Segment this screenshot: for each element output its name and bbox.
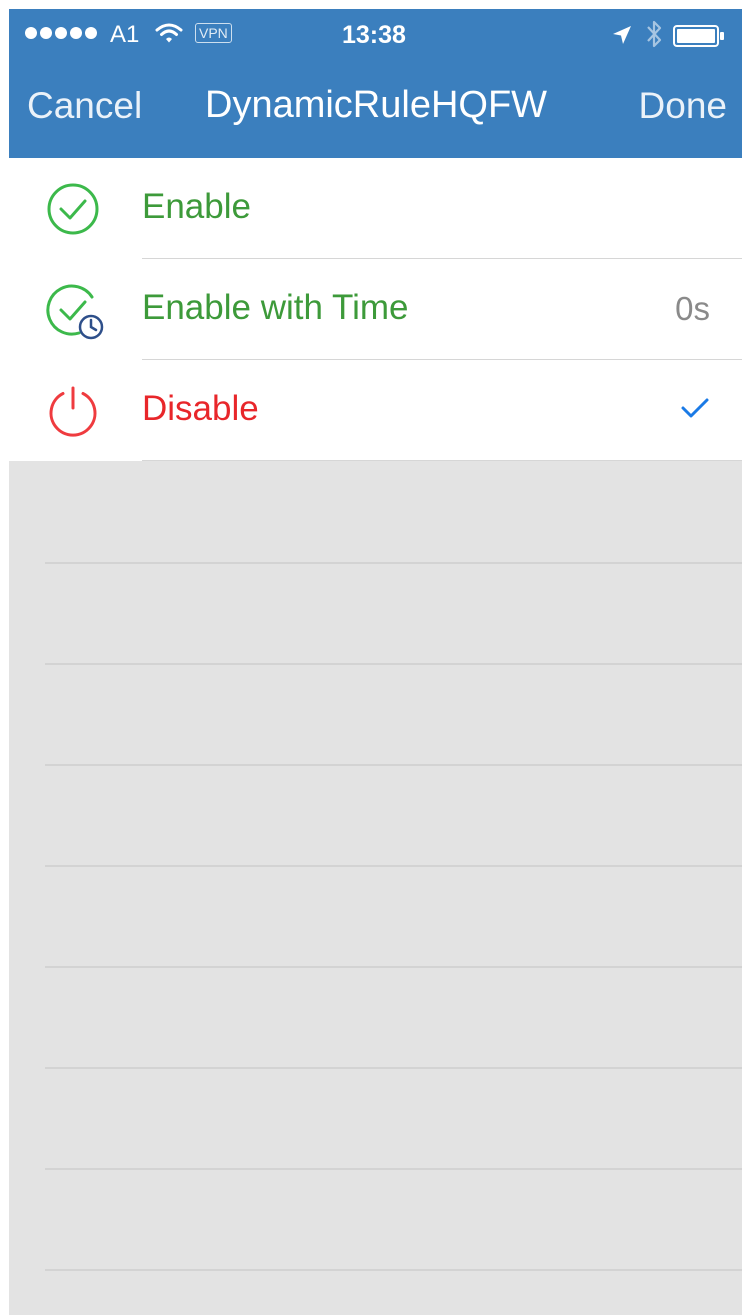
empty-row-separator: [45, 1168, 742, 1170]
page-title: DynamicRuleHQFW: [205, 84, 548, 126]
option-disable[interactable]: Disable: [9, 360, 742, 461]
empty-row-separator: [45, 1067, 742, 1069]
battery-icon: [673, 25, 725, 52]
option-enable[interactable]: Enable: [9, 158, 742, 259]
rule-state-list: Enable Enable with Time 0s Disable: [9, 158, 742, 461]
wifi-icon: [155, 21, 183, 50]
power-icon: [45, 383, 101, 439]
option-enable-with-time[interactable]: Enable with Time 0s: [9, 259, 742, 360]
check-circle-icon: [45, 181, 101, 237]
header: A1 VPN 13:38 Cancel DynamicRuleHQFW Done: [9, 9, 742, 158]
timer-value: 0s: [675, 290, 710, 327]
empty-list-area: [9, 461, 742, 1315]
empty-row-separator: [45, 865, 742, 867]
done-button[interactable]: Done: [639, 85, 727, 127]
location-arrow-icon: [611, 24, 633, 51]
empty-row-separator: [45, 966, 742, 968]
check-circle-clock-icon: [45, 282, 104, 340]
option-label: Enable: [142, 187, 251, 226]
empty-row-separator: [45, 663, 742, 665]
bluetooth-icon: [645, 19, 663, 54]
empty-row-separator: [45, 562, 742, 564]
navigation-bar: Cancel DynamicRuleHQFW Done: [9, 59, 742, 158]
vpn-badge: VPN: [195, 23, 232, 43]
screen: A1 VPN 13:38 Cancel DynamicRuleHQFW Done…: [9, 9, 742, 1315]
status-bar: A1 VPN 13:38: [9, 9, 742, 59]
empty-row-separator: [45, 764, 742, 766]
carrier-label: A1: [110, 21, 140, 48]
option-label: Enable with Time: [142, 288, 409, 327]
checkmark-icon: [680, 396, 710, 425]
empty-row-separator: [45, 1269, 742, 1271]
cancel-button[interactable]: Cancel: [27, 85, 142, 127]
signal-dots-icon: [25, 27, 97, 39]
status-time: 13:38: [342, 21, 406, 49]
option-label: Disable: [142, 389, 259, 428]
